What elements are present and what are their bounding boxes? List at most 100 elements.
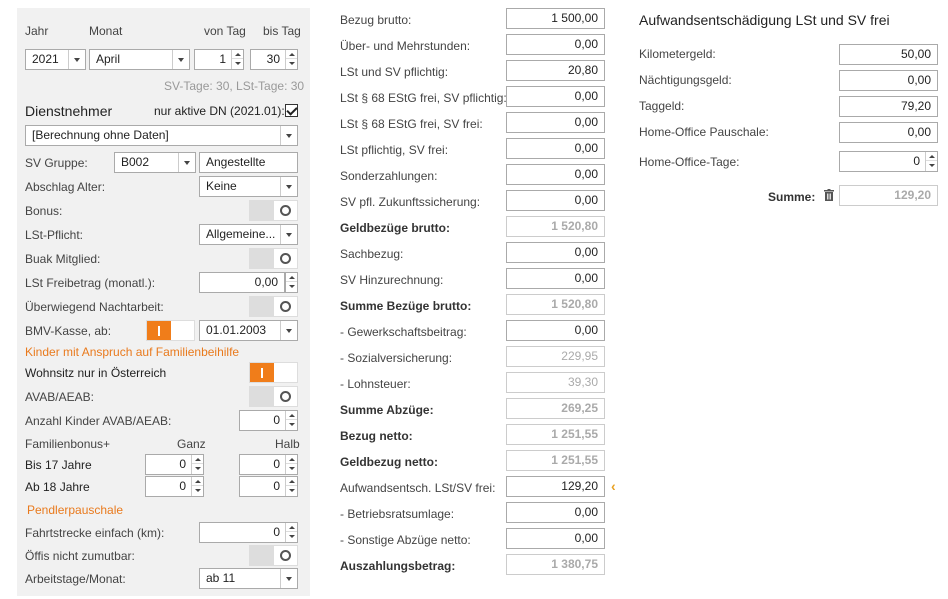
middle-row-input[interactable]: 0,00 bbox=[506, 320, 605, 341]
buak-label: Buak Mitglied: bbox=[25, 252, 101, 266]
oeffis-label: Öffis nicht zumutbar: bbox=[25, 549, 135, 563]
spin-up-icon[interactable] bbox=[926, 152, 937, 161]
middle-row-input[interactable]: 0,00 bbox=[506, 112, 605, 133]
bonus-toggle[interactable] bbox=[249, 200, 298, 221]
avab-toggle[interactable] bbox=[249, 386, 298, 407]
oeffis-toggle[interactable] bbox=[249, 545, 298, 566]
middle-row-label: Bezug brutto: bbox=[340, 13, 412, 27]
spin-up-icon[interactable] bbox=[286, 455, 297, 464]
middle-row-readonly-field: 229,95 bbox=[506, 346, 605, 367]
middle-row-value: 0,00 bbox=[574, 115, 598, 129]
middle-row-value: 1 520,80 bbox=[551, 297, 598, 311]
chevron-down-icon bbox=[178, 153, 195, 172]
middle-row-input[interactable]: 0,00 bbox=[506, 86, 605, 107]
fahrtstrecke-stepper[interactable]: 0 bbox=[199, 522, 298, 543]
lst-freibetrag-spinner[interactable] bbox=[285, 272, 298, 293]
nachtarbeit-toggle[interactable] bbox=[249, 296, 298, 317]
middle-row-label: Auszahlungsbetrag: bbox=[340, 559, 456, 573]
middle-row-input[interactable]: 0,00 bbox=[506, 138, 605, 159]
naechtigung-input[interactable]: 0,00 bbox=[839, 70, 938, 91]
middle-row-label: LSt pflichtig, SV frei: bbox=[340, 143, 449, 157]
taggeld-input[interactable]: 79,20 bbox=[839, 96, 938, 117]
middle-row-value: 1 251,55 bbox=[551, 453, 598, 467]
summe-label: Summe: bbox=[768, 190, 816, 204]
spin-down-icon[interactable] bbox=[926, 161, 937, 170]
bmv-date-select[interactable]: 01.01.2003 bbox=[199, 320, 298, 341]
middle-row-input[interactable]: 129,20 bbox=[506, 476, 605, 497]
spin-up-icon[interactable] bbox=[286, 411, 297, 420]
spin-down-icon[interactable] bbox=[286, 420, 297, 429]
spin-down-icon[interactable] bbox=[286, 282, 297, 291]
von-tag-stepper[interactable]: 1 bbox=[194, 49, 244, 70]
spin-up-icon[interactable] bbox=[286, 273, 297, 282]
middle-row-input[interactable]: 0,00 bbox=[506, 528, 605, 549]
bmv-toggle[interactable] bbox=[146, 320, 195, 341]
spin-down-icon[interactable] bbox=[192, 464, 203, 473]
trash-icon[interactable] bbox=[824, 189, 834, 201]
bis17-ganz-stepper[interactable]: 0 bbox=[145, 454, 204, 475]
spin-up-icon[interactable] bbox=[232, 50, 243, 59]
anzahl-kinder-stepper[interactable]: 0 bbox=[239, 410, 298, 431]
spin-up-icon[interactable] bbox=[192, 455, 203, 464]
von-tag-label: von Tag bbox=[204, 24, 246, 38]
middle-row-input[interactable]: 1 500,00 bbox=[506, 8, 605, 29]
middle-row-input[interactable]: 0,00 bbox=[506, 242, 605, 263]
chevron-down-icon bbox=[280, 321, 297, 340]
middle-row-readonly-field: 1 380,75 bbox=[506, 554, 605, 575]
buak-toggle[interactable] bbox=[249, 248, 298, 269]
middle-row-value: 20,80 bbox=[567, 63, 598, 77]
middle-row-label: Bezug netto: bbox=[340, 429, 413, 443]
middle-row-value: 269,25 bbox=[561, 401, 598, 415]
chevron-down-icon bbox=[172, 50, 189, 69]
abschlag-select[interactable]: Keine bbox=[199, 176, 298, 197]
halb-label: Halb bbox=[275, 437, 300, 451]
spin-down-icon[interactable] bbox=[192, 486, 203, 495]
bis-tag-stepper[interactable]: 30 bbox=[250, 49, 298, 70]
sv-gruppe-select[interactable]: B002 bbox=[114, 152, 196, 173]
middle-row-input[interactable]: 20,80 bbox=[506, 60, 605, 81]
jahr-select[interactable]: 2021 bbox=[25, 49, 86, 70]
ab18-ganz-value: 0 bbox=[179, 479, 186, 493]
kilometergeld-label: Kilometergeld: bbox=[639, 47, 716, 61]
ab18-halb-stepper[interactable]: 0 bbox=[239, 476, 298, 497]
spin-up-icon[interactable] bbox=[286, 50, 297, 59]
lst-pflicht-select[interactable]: Allgemeine... bbox=[199, 224, 298, 245]
lst-freibetrag-input[interactable]: 0,00 bbox=[199, 272, 285, 293]
kilometergeld-input[interactable]: 50,00 bbox=[839, 44, 938, 65]
nur-aktive-checkbox[interactable] bbox=[285, 104, 298, 117]
bis17-halb-stepper[interactable]: 0 bbox=[239, 454, 298, 475]
middle-row-input[interactable]: 0,00 bbox=[506, 502, 605, 523]
spin-down-icon[interactable] bbox=[286, 486, 297, 495]
toggle-on-icon bbox=[158, 326, 160, 336]
toggle-off-icon bbox=[280, 391, 291, 402]
middle-row-input[interactable]: 0,00 bbox=[506, 34, 605, 55]
spin-down-icon[interactable] bbox=[286, 464, 297, 473]
berechnung-select[interactable]: [Berechnung ohne Daten] bbox=[25, 125, 298, 146]
spin-down-icon[interactable] bbox=[286, 59, 297, 68]
wohnsitz-toggle[interactable] bbox=[249, 362, 298, 383]
toggle-off-icon bbox=[280, 253, 291, 264]
homeoffice-pauschale-label: Home-Office Pauschale: bbox=[639, 125, 769, 139]
middle-row-input[interactable]: 0,00 bbox=[506, 190, 605, 211]
middle-row-input[interactable]: 0,00 bbox=[506, 268, 605, 289]
arbeitstage-select[interactable]: ab 11 bbox=[199, 568, 298, 589]
homeoffice-tage-stepper[interactable]: 0 bbox=[839, 151, 938, 172]
spin-down-icon[interactable] bbox=[286, 532, 297, 541]
homeoffice-pauschale-input[interactable]: 0,00 bbox=[839, 122, 938, 143]
ab18-ganz-stepper[interactable]: 0 bbox=[145, 476, 204, 497]
middle-row-label: Sonderzahlungen: bbox=[340, 169, 438, 183]
spin-up-icon[interactable] bbox=[286, 523, 297, 532]
middle-row-readonly-field: 1 251,55 bbox=[506, 424, 605, 445]
monat-select[interactable]: April bbox=[89, 49, 190, 70]
arbeitstage-label: Arbeitstage/Monat: bbox=[25, 572, 126, 586]
middle-row-value: 1 520,80 bbox=[551, 219, 598, 233]
spin-down-icon[interactable] bbox=[232, 59, 243, 68]
spin-up-icon[interactable] bbox=[286, 477, 297, 486]
chevron-left-icon[interactable]: ‹ bbox=[611, 478, 616, 494]
middle-row-input[interactable]: 0,00 bbox=[506, 164, 605, 185]
kilometergeld-value: 50,00 bbox=[900, 47, 931, 61]
sv-gruppe-code: B002 bbox=[121, 155, 150, 169]
spin-up-icon[interactable] bbox=[192, 477, 203, 486]
middle-row-readonly-field: 269,25 bbox=[506, 398, 605, 419]
chevron-down-icon bbox=[280, 177, 297, 196]
